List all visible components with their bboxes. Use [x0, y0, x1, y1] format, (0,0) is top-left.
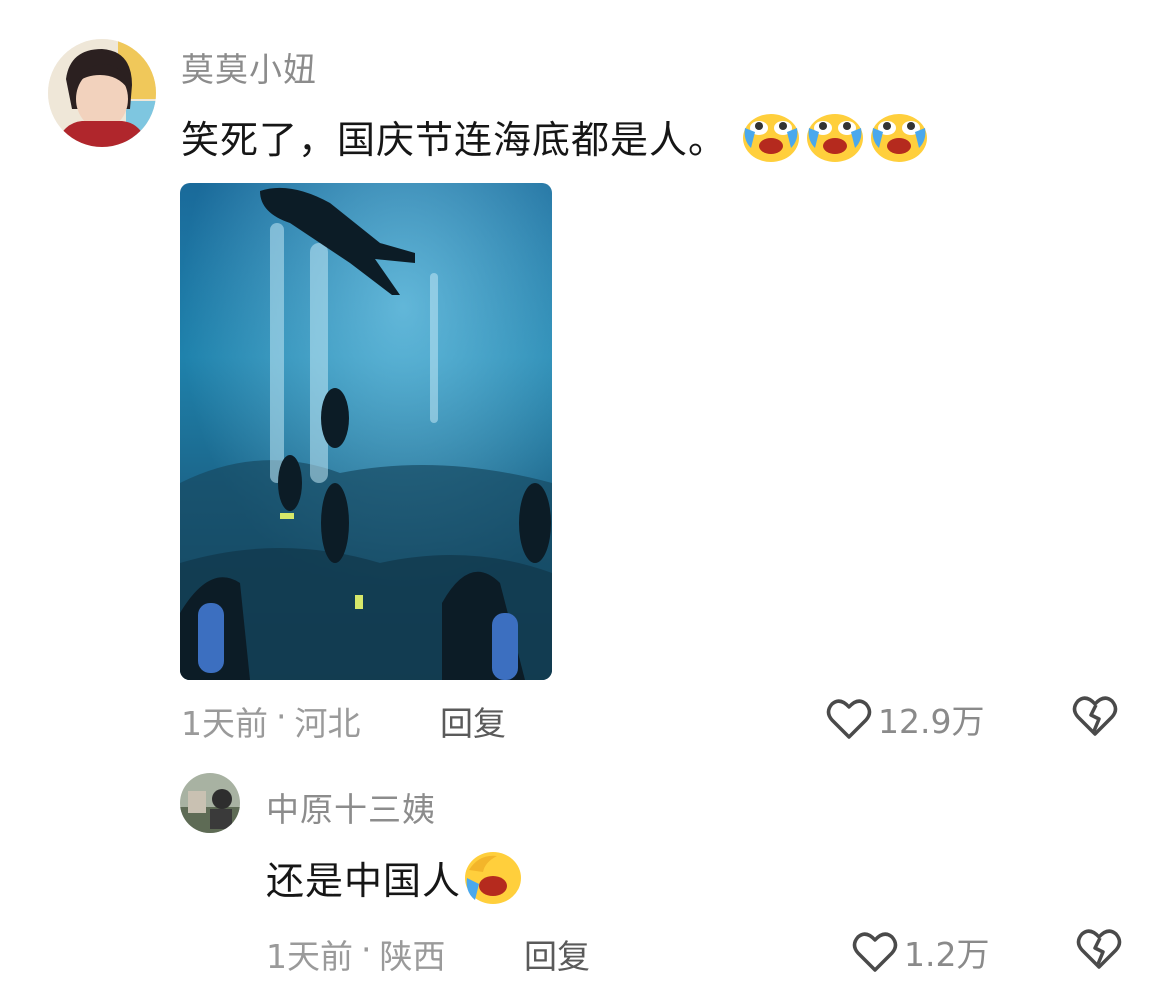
like-button[interactable]: 1.2万	[852, 928, 989, 976]
reply-button[interactable]: 回复	[524, 930, 590, 978]
broken-heart-icon	[1076, 929, 1122, 969]
comment-image[interactable]	[180, 183, 552, 680]
facepalm-laugh-emoji	[465, 852, 522, 904]
avatar-image	[48, 39, 156, 147]
comment-location: 河北	[294, 704, 361, 743]
reply-text: 还是中国人	[266, 858, 462, 903]
like-count: 1.2万	[904, 935, 990, 974]
reply-text-row: 还是中国人	[266, 848, 523, 906]
dislike-button[interactable]	[1072, 695, 1118, 741]
like-button[interactable]: 12.9万	[826, 695, 984, 743]
crying-laughing-emoji-group	[741, 108, 929, 164]
reply-meta: 1天前 · 陕西	[266, 930, 446, 978]
reply-location: 陕西	[379, 937, 446, 976]
comment-username[interactable]: 莫莫小妞	[181, 43, 317, 91]
like-count: 12.9万	[878, 702, 985, 741]
heart-icon	[826, 699, 872, 739]
comment-text: 笑死了，国庆节连海底都是人。	[181, 117, 728, 162]
heart-icon	[852, 932, 898, 972]
comment-text-row: 笑死了，国庆节连海底都是人。	[181, 108, 929, 164]
dislike-button[interactable]	[1076, 928, 1122, 974]
meta-separator: ·	[276, 697, 287, 736]
reply-button[interactable]: 回复	[440, 697, 506, 745]
comment-time: 1天前	[181, 704, 268, 743]
crying-laughing-emoji	[807, 114, 864, 162]
comment-meta: 1天前 · 河北	[181, 697, 361, 745]
avatar[interactable]	[48, 39, 156, 147]
meta-separator: ·	[361, 930, 372, 969]
crying-laughing-emoji	[871, 114, 928, 162]
reply-username[interactable]: 中原十三姨	[266, 783, 436, 831]
underwater-divers-photo	[180, 183, 552, 680]
reply-time: 1天前	[266, 937, 353, 976]
crying-laughing-emoji	[743, 114, 800, 162]
avatar-image	[180, 773, 240, 833]
broken-heart-icon	[1072, 696, 1118, 736]
avatar[interactable]	[180, 773, 240, 833]
